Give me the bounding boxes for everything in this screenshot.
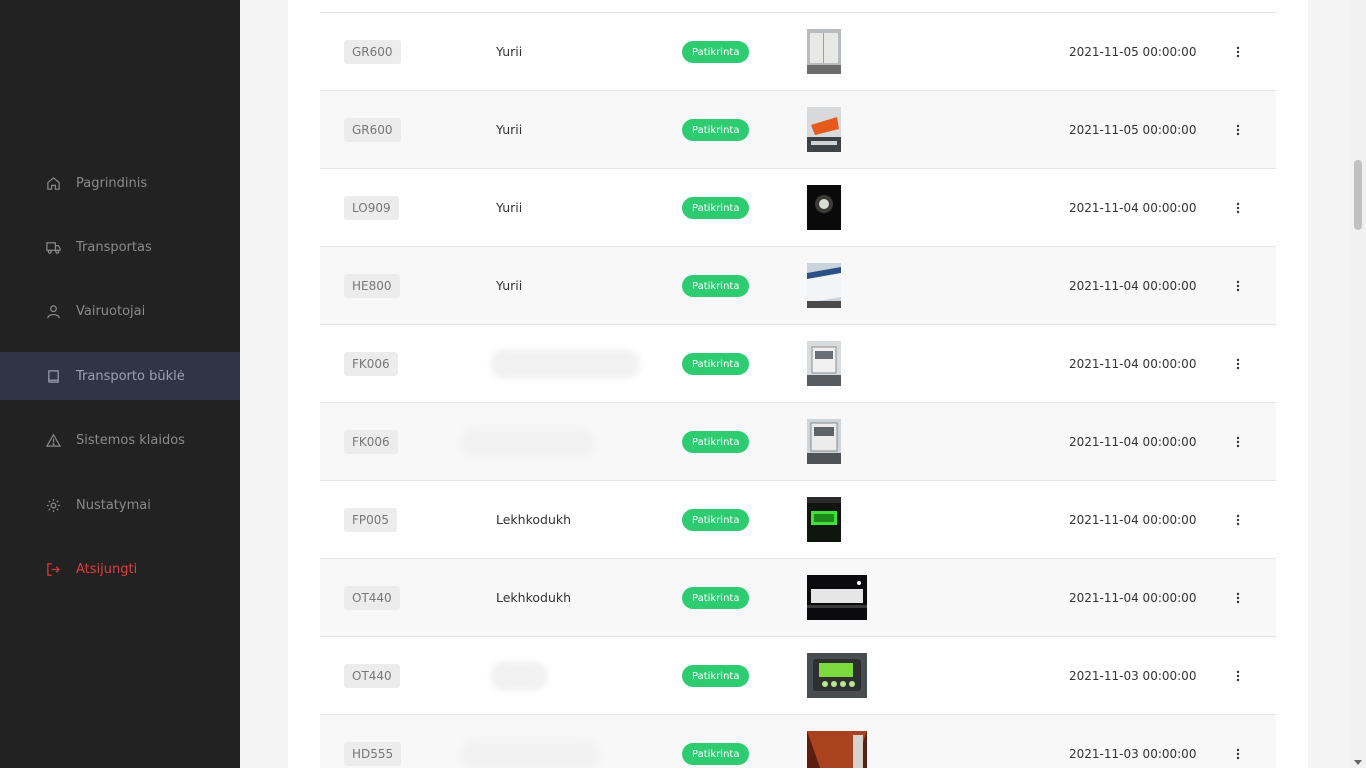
table-row[interactable]: FP005 Lekhkodukh Patikrinta 2021-11-04 0… [320, 481, 1276, 559]
status-badge: Patikrinta [682, 197, 750, 219]
sidebar-item-transportas[interactable]: Transportas [0, 223, 240, 271]
date-cell: 2021-11-04 00:00:00 [1069, 434, 1197, 449]
more-options-icon[interactable] [1228, 197, 1248, 219]
more-options-icon[interactable] [1228, 353, 1248, 375]
scroll-down-icon[interactable] [1354, 760, 1362, 765]
sidebar-item-sistemos-klaidos[interactable]: Sistemos klaidos [0, 416, 240, 464]
sidebar-item-label: Vairuotojai [76, 303, 146, 319]
date-cell: 2021-11-03 00:00:00 [1069, 668, 1197, 683]
driver-name: Yurii [496, 44, 523, 59]
plate-badge: LO909 [344, 196, 399, 220]
table-row[interactable]: FK006 Patikrinta 2021-11-04 00:00:00 [320, 325, 1276, 403]
status-badge: Patikrinta [682, 275, 750, 297]
table-row[interactable]: HE800 Yurii Patikrinta 2021-11-04 00:00:… [320, 247, 1276, 325]
vehicle-status-table: GR600 Yurii Patikrinta 2021-11-05 00:00:… [320, 0, 1276, 768]
scrollbar[interactable] [1350, 0, 1366, 768]
sidebar-item-vairuotojai[interactable]: Vairuotojai [0, 287, 240, 335]
plate-badge: OT440 [344, 664, 400, 688]
status-badge: Patikrinta [682, 743, 750, 765]
sidebar-item-label: Atsijungti [76, 561, 138, 577]
table-row[interactable]: OT440 Lekhkodukh Patikrinta 2021-11-04 0… [320, 559, 1276, 637]
sidebar-item-label: Sistemos klaidos [76, 432, 185, 448]
truck-icon [45, 239, 61, 255]
redacted-driver-name [490, 661, 548, 691]
status-badge: Patikrinta [682, 665, 750, 687]
date-cell: 2021-11-05 00:00:00 [1069, 44, 1197, 59]
more-options-icon[interactable] [1228, 743, 1248, 765]
table-divider [320, 0, 1276, 13]
plate-badge: FK006 [344, 352, 398, 376]
more-options-icon[interactable] [1228, 587, 1248, 609]
redacted-driver-name [490, 349, 640, 379]
date-cell: 2021-11-05 00:00:00 [1069, 122, 1197, 137]
more-options-icon[interactable] [1228, 41, 1248, 63]
sidebar-item-nustatymai[interactable]: Nustatymai [0, 481, 240, 529]
date-cell: 2021-11-03 00:00:00 [1069, 746, 1197, 761]
date-cell: 2021-11-04 00:00:00 [1069, 200, 1197, 215]
sidebar-item-label: Transporto būklė [76, 368, 185, 384]
driver-name: Yurii [496, 278, 523, 293]
scrollbar-thumb[interactable] [1354, 160, 1362, 230]
more-options-icon[interactable] [1228, 119, 1248, 141]
driver-name: Yurii [496, 200, 523, 215]
green-display-photo[interactable] [807, 497, 841, 542]
sidebar-item-atsijungti[interactable]: Atsijungti [0, 545, 240, 593]
date-cell: 2021-11-04 00:00:00 [1069, 590, 1197, 605]
sidebar-item-transporto-bukle[interactable]: Transporto būklė [0, 352, 240, 400]
date-cell: 2021-11-04 00:00:00 [1069, 512, 1197, 527]
home-icon [45, 175, 61, 191]
logout-icon [45, 561, 61, 577]
table-row[interactable]: HD555 Patikrinta 2021-11-03 00:00:00 [320, 715, 1276, 768]
light-dark-photo[interactable] [807, 185, 841, 230]
more-options-icon[interactable] [1228, 665, 1248, 687]
date-cell: 2021-11-04 00:00:00 [1069, 278, 1197, 293]
plate-badge: FK006 [344, 430, 398, 454]
control-panel-photo[interactable] [807, 653, 867, 698]
book-icon [45, 368, 61, 384]
redacted-driver-name [460, 739, 600, 768]
more-options-icon[interactable] [1228, 509, 1248, 531]
status-badge: Patikrinta [682, 587, 750, 609]
sidebar-item-pagrindinis[interactable]: Pagrindinis [0, 159, 240, 207]
redacted-driver-name [460, 427, 595, 457]
more-options-icon[interactable] [1228, 275, 1248, 297]
warning-icon [45, 432, 61, 448]
user-icon [45, 303, 61, 319]
table-row[interactable]: FK006 Patikrinta 2021-11-04 00:00:00 [320, 403, 1276, 481]
plate-badge: HD555 [344, 742, 402, 766]
plate-badge: GR600 [344, 40, 401, 64]
plate-badge: OT440 [344, 586, 400, 610]
orange-tag-photo[interactable] [807, 107, 841, 152]
driver-name: Lekhkodukh [496, 590, 572, 605]
table-row[interactable]: LO909 Yurii Patikrinta 2021-11-04 00:00:… [320, 169, 1276, 247]
status-badge: Patikrinta [682, 353, 750, 375]
driver-name: Yurii [496, 122, 523, 137]
trailer-rear-photo[interactable] [807, 29, 841, 74]
gear-icon [45, 497, 61, 513]
reefer-unit-photo[interactable] [807, 419, 841, 464]
sidebar-item-label: Nustatymai [76, 497, 151, 513]
more-options-icon[interactable] [1228, 431, 1248, 453]
trailer-interior-photo[interactable] [807, 731, 867, 768]
sidebar-item-label: Transportas [76, 239, 152, 255]
date-cell: 2021-11-04 00:00:00 [1069, 356, 1197, 371]
sidebar: Pagrindinis Transportas Vairuotojai Tran… [0, 0, 240, 768]
night-trailer-photo[interactable] [807, 575, 867, 620]
table-row[interactable]: GR600 Yurii Patikrinta 2021-11-05 00:00:… [320, 13, 1276, 91]
status-badge: Patikrinta [682, 41, 750, 63]
plate-badge: HE800 [344, 274, 400, 298]
status-badge: Patikrinta [682, 509, 750, 531]
driver-name: Lekhkodukh [496, 512, 572, 527]
status-badge: Patikrinta [682, 119, 750, 141]
plate-badge: FP005 [344, 508, 398, 532]
sidebar-item-label: Pagrindinis [76, 175, 148, 191]
reefer-unit-photo[interactable] [807, 341, 841, 386]
plate-badge: GR600 [344, 118, 401, 142]
trailer-side-photo[interactable] [807, 263, 841, 308]
table-row[interactable]: OT440 Patikrinta 2021-11-03 00:00:00 [320, 637, 1276, 715]
table-row[interactable]: GR600 Yurii Patikrinta 2021-11-05 00:00:… [320, 91, 1276, 169]
main-content: GR600 Yurii Patikrinta 2021-11-05 00:00:… [288, 0, 1308, 768]
status-badge: Patikrinta [682, 431, 750, 453]
